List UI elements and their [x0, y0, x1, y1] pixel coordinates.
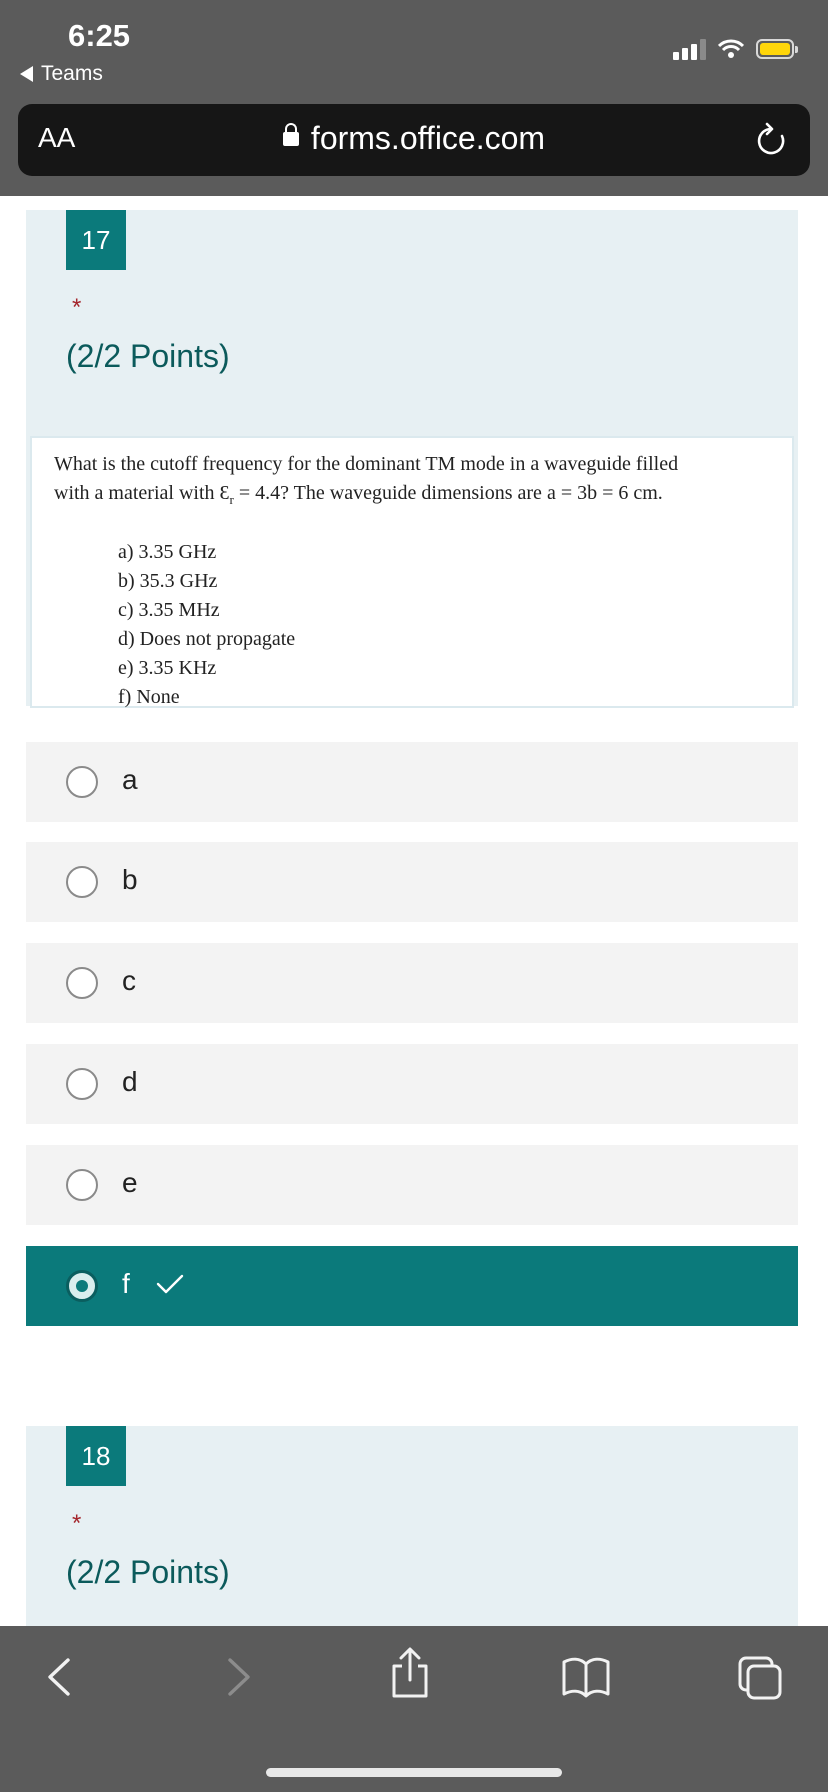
- url-text: forms.office.com: [310, 120, 546, 156]
- share-icon[interactable]: [388, 1646, 432, 1700]
- correct-check-icon: [156, 1274, 184, 1294]
- option-line: e) 3.35 KHz: [118, 657, 217, 679]
- option-line: f) None: [118, 686, 180, 708]
- option-line: d) Does not propagate: [118, 628, 296, 650]
- question-points: (2/2 Points): [66, 1554, 230, 1590]
- choice-label: e: [122, 1167, 138, 1198]
- back-app-label: Teams: [41, 62, 103, 85]
- radio-button[interactable]: [66, 766, 98, 798]
- status-time: 6:25: [68, 18, 131, 53]
- url-display[interactable]: forms.office.com: [18, 120, 810, 157]
- reload-icon[interactable]: [754, 122, 788, 158]
- question-number: 18: [66, 1426, 126, 1486]
- choice-label: c: [122, 965, 136, 996]
- radio-button[interactable]: [66, 1169, 98, 1201]
- radio-button[interactable]: [66, 1068, 98, 1100]
- back-to-app-link[interactable]: Teams: [20, 62, 103, 86]
- question-text: What is the cutoff frequency for the dom…: [54, 453, 679, 507]
- address-bar[interactable]: AA forms.office.com: [18, 104, 810, 176]
- question-options-list: a) 3.35 GHz b) 35.3 GHz c) 3.35 MHz d) D…: [118, 538, 295, 712]
- cellular-signal-icon: [673, 38, 706, 60]
- required-asterisk: *: [72, 294, 82, 321]
- back-icon[interactable]: [40, 1654, 80, 1700]
- choice-e[interactable]: e: [26, 1145, 798, 1225]
- question-number: 17: [66, 210, 126, 270]
- question-17-card: 17 * (2/2 Points) What is the cutoff fre…: [26, 210, 798, 708]
- choice-a[interactable]: a: [26, 742, 798, 822]
- lock-icon: [282, 122, 299, 146]
- option-line: a) 3.35 GHz: [118, 541, 217, 563]
- forward-icon[interactable]: [218, 1654, 258, 1700]
- bottom-toolbar: [0, 1626, 828, 1792]
- home-indicator: [266, 1768, 562, 1777]
- required-asterisk: *: [72, 1510, 82, 1537]
- choice-b[interactable]: b: [26, 842, 798, 922]
- choice-label: f: [122, 1268, 130, 1299]
- bookmarks-icon[interactable]: [560, 1654, 612, 1700]
- question-image: What is the cutoff frequency for the dom…: [30, 436, 794, 708]
- choice-label: a: [122, 764, 138, 795]
- choice-label: d: [122, 1066, 138, 1097]
- status-icons: [673, 38, 798, 60]
- back-triangle-icon: [20, 66, 33, 82]
- choice-c[interactable]: c: [26, 943, 798, 1023]
- option-line: c) 3.35 MHz: [118, 599, 220, 621]
- radio-button[interactable]: [66, 967, 98, 999]
- question-points: (2/2 Points): [66, 338, 230, 374]
- tabs-icon[interactable]: [736, 1654, 786, 1704]
- top-chrome: 6:25 Teams AA forms.office.com: [0, 0, 828, 196]
- choice-d[interactable]: d: [26, 1044, 798, 1124]
- choice-label: b: [122, 864, 138, 895]
- option-line: b) 35.3 GHz: [118, 570, 218, 592]
- choice-f-selected[interactable]: f: [26, 1246, 798, 1326]
- wifi-icon: [718, 39, 744, 58]
- radio-button-selected[interactable]: [66, 1270, 98, 1302]
- question-18-card: 18 * (2/2 Points): [26, 1426, 798, 1626]
- battery-icon: [756, 39, 798, 59]
- radio-button[interactable]: [66, 866, 98, 898]
